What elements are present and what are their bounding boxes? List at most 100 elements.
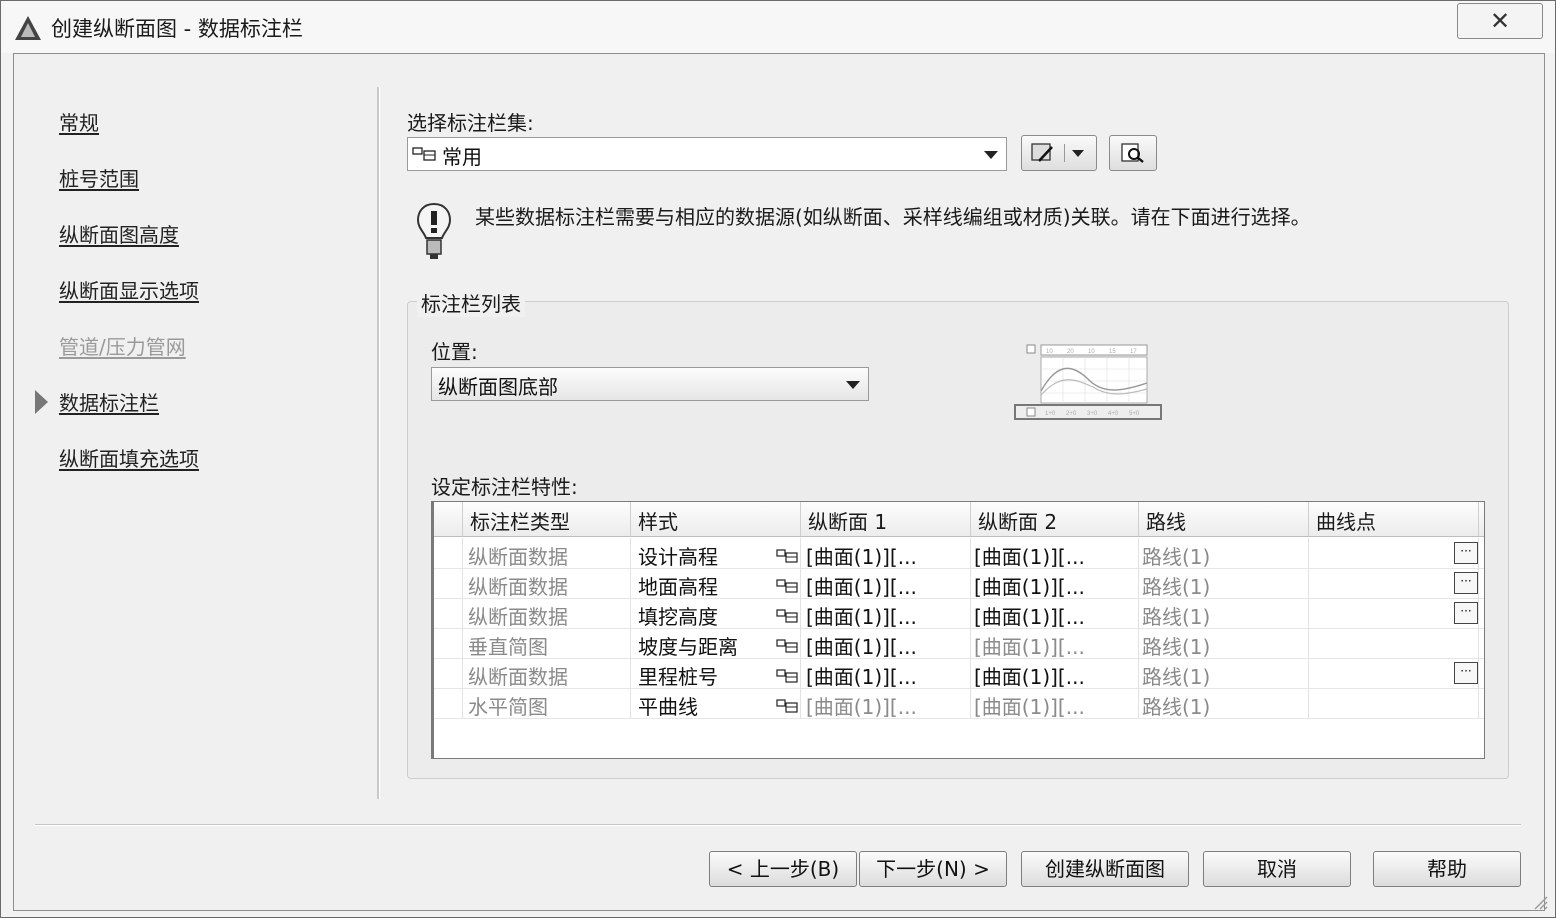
- title-bar[interactable]: 创建纵断面图 - 数据标注栏: [1, 1, 1555, 53]
- style-edit-icon[interactable]: [776, 668, 798, 683]
- profile1-cell: [曲面(1)][...: [806, 695, 917, 719]
- alignment-cell: 路线(1): [1142, 605, 1211, 629]
- zoom-preview-icon: [1121, 143, 1144, 163]
- table-row[interactable]: 垂直简图 坡度与距离 [曲面(1)][... [曲面(1)][... 路线(1): [434, 628, 1484, 659]
- next-button[interactable]: 下一步(N) >: [859, 851, 1007, 887]
- back-button[interactable]: < 上一步(B): [709, 851, 857, 887]
- location-dropdown[interactable]: 纵断面图底部: [431, 367, 869, 401]
- create-profile-view-button[interactable]: 创建纵断面图: [1021, 851, 1189, 887]
- help-button[interactable]: 帮助: [1373, 851, 1521, 887]
- info-message: 某些数据标注栏需要与相应的数据源(如纵断面、采样线编组或材质)关联。请在下面进行…: [475, 205, 1311, 229]
- band-style-cell[interactable]: 坡度与距离: [638, 631, 738, 660]
- preview-top-tick: 15: [1109, 349, 1116, 355]
- band-set-label: 选择标注栏集:: [407, 111, 534, 135]
- band-set-value: 常用: [442, 145, 482, 169]
- preview-bottom-tick: 3+0: [1087, 411, 1098, 417]
- band-type-cell: 纵断面数据: [468, 545, 568, 569]
- band-type-cell: 水平简图: [468, 695, 548, 719]
- close-icon: ✕: [1489, 7, 1511, 35]
- alignment-cell: 路线(1): [1142, 665, 1211, 689]
- civil3d-app-icon: [15, 16, 41, 40]
- table-row[interactable]: 水平简图 平曲线 [曲面(1)][... [曲面(1)][... 路线(1): [434, 688, 1484, 719]
- band-list-group-title: 标注栏列表: [417, 288, 525, 317]
- chevron-down-icon: [984, 151, 998, 159]
- band-style-cell[interactable]: 平曲线: [638, 691, 698, 720]
- nav-item-station-range[interactable]: 桩号范围: [59, 163, 139, 192]
- style-edit-icon[interactable]: [776, 548, 798, 563]
- preview-bottom-tick: 5+0: [1129, 411, 1140, 417]
- profile2-cell: [曲面(1)][...: [974, 635, 1085, 659]
- band-location-preview-image: 10 20 10 15 17 1+0 2+0 3+0 4+0 5+0: [1014, 344, 1162, 420]
- col-header-profile1[interactable]: 纵断面 1: [808, 506, 887, 535]
- cancel-button[interactable]: 取消: [1203, 851, 1351, 887]
- preview-top-tick: 20: [1067, 349, 1074, 355]
- preview-bottom-tick: 2+0: [1066, 411, 1077, 417]
- profile1-cell[interactable]: [曲面(1)][...: [806, 601, 917, 630]
- band-style-cell[interactable]: 里程桩号: [638, 661, 718, 690]
- curve-points-ellipsis-button[interactable]: ···: [1454, 572, 1478, 594]
- profile1-cell[interactable]: [曲面(1)][...: [806, 541, 917, 570]
- nav-item-general[interactable]: 常规: [59, 107, 99, 136]
- band-type-cell: 纵断面数据: [468, 665, 568, 689]
- location-label: 位置:: [431, 340, 478, 364]
- dialog-window: 创建纵断面图 - 数据标注栏 ✕ 常规 桩号范围 纵断面图高度 纵断面显示选项 …: [0, 0, 1556, 918]
- band-style-cell[interactable]: 地面高程: [638, 571, 718, 600]
- preview-top-tick: 17: [1130, 349, 1137, 355]
- profile2-cell[interactable]: [曲面(1)][...: [974, 541, 1085, 570]
- chevron-down-icon: [1072, 150, 1084, 157]
- col-header-alignment[interactable]: 路线: [1146, 506, 1186, 535]
- alignment-cell: 路线(1): [1142, 545, 1211, 569]
- style-edit-icon[interactable]: [776, 578, 798, 593]
- profile2-cell: [曲面(1)][...: [974, 695, 1085, 719]
- grid-header: 标注栏类型 样式 纵断面 1 纵断面 2 路线 曲线点: [434, 502, 1484, 537]
- resize-grip-icon[interactable]: [1531, 893, 1549, 911]
- footer-divider: [35, 824, 1521, 826]
- preview-top-tick: 10: [1088, 349, 1095, 355]
- curve-points-ellipsis-button[interactable]: ···: [1454, 602, 1478, 624]
- preview-band-set-button[interactable]: [1109, 135, 1157, 171]
- style-edit-icon[interactable]: [776, 638, 798, 653]
- edit-band-set-button[interactable]: [1021, 135, 1097, 171]
- table-row[interactable]: 纵断面数据 设计高程 [曲面(1)][... [曲面(1)][... 路线(1) ···: [434, 538, 1484, 569]
- preview-top-tick: 10: [1046, 349, 1053, 355]
- style-edit-icon[interactable]: [776, 608, 798, 623]
- col-header-curve-points[interactable]: 曲线点: [1316, 506, 1376, 535]
- profile2-cell[interactable]: [曲面(1)][...: [974, 601, 1085, 630]
- profile1-cell[interactable]: [曲面(1)][...: [806, 571, 917, 600]
- close-button[interactable]: ✕: [1457, 3, 1543, 39]
- band-type-cell: 纵断面数据: [468, 575, 568, 599]
- table-row[interactable]: 纵断面数据 里程桩号 [曲面(1)][... [曲面(1)][... 路线(1) ···: [434, 658, 1484, 689]
- window-title: 创建纵断面图 - 数据标注栏: [51, 17, 303, 41]
- lightbulb-info-icon: [416, 202, 452, 259]
- nav-item-profile-view-height[interactable]: 纵断面图高度: [59, 219, 179, 248]
- location-value: 纵断面图底部: [438, 375, 558, 399]
- profile1-cell[interactable]: [曲面(1)][...: [806, 661, 917, 690]
- band-style-cell[interactable]: 设计高程: [638, 541, 718, 570]
- edit-pencil-icon: [1031, 143, 1053, 162]
- profile2-cell[interactable]: [曲面(1)][...: [974, 571, 1085, 600]
- alignment-cell: 路线(1): [1142, 695, 1211, 719]
- alignment-cell: 路线(1): [1142, 635, 1211, 659]
- preview-bottom-tick: 4+0: [1108, 411, 1119, 417]
- nav-item-profile-display-options[interactable]: 纵断面显示选项: [59, 275, 199, 304]
- curve-points-ellipsis-button[interactable]: ···: [1454, 662, 1478, 684]
- style-edit-icon[interactable]: [776, 698, 798, 713]
- profile1-cell[interactable]: [曲面(1)][...: [806, 631, 917, 660]
- band-set-icon: [412, 147, 436, 161]
- nav-item-pipe-networks: 管道/压力管网: [59, 335, 186, 359]
- col-header-band-type[interactable]: 标注栏类型: [470, 506, 570, 535]
- band-properties-grid[interactable]: 标注栏类型 样式 纵断面 1 纵断面 2 路线 曲线点 纵断面数据 设计高程 [曲面…: [431, 501, 1485, 759]
- band-style-cell[interactable]: 填挖高度: [638, 601, 718, 630]
- nav-item-profile-hatch-options[interactable]: 纵断面填充选项: [59, 443, 199, 472]
- nav-divider: [377, 87, 380, 799]
- nav-item-data-bands[interactable]: 数据标注栏: [59, 387, 159, 416]
- profile2-cell[interactable]: [曲面(1)][...: [974, 661, 1085, 690]
- band-set-dropdown[interactable]: 常用: [407, 137, 1007, 171]
- table-row[interactable]: 纵断面数据 填挖高度 [曲面(1)][... [曲面(1)][... 路线(1) ···: [434, 598, 1484, 629]
- col-header-style[interactable]: 样式: [638, 506, 678, 535]
- band-type-cell: 纵断面数据: [468, 605, 568, 629]
- col-header-profile2[interactable]: 纵断面 2: [978, 506, 1057, 535]
- curve-points-ellipsis-button[interactable]: ···: [1454, 542, 1478, 564]
- table-row[interactable]: 纵断面数据 地面高程 [曲面(1)][... [曲面(1)][... 路线(1) ···: [434, 568, 1484, 599]
- chevron-down-icon: [846, 381, 860, 389]
